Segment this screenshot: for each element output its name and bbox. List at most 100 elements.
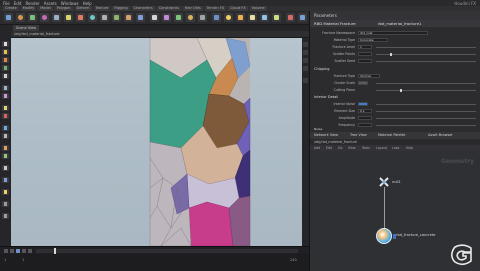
end-frame[interactable]: 240 <box>290 258 297 262</box>
section-heading[interactable]: Chipping <box>314 67 330 71</box>
display-options-icon[interactable] <box>2 213 9 219</box>
file-tool-icon[interactable] <box>198 13 207 22</box>
pose-tool-icon[interactable] <box>2 93 9 99</box>
slider-knob[interactable] <box>390 53 392 56</box>
grid-toggle-icon[interactable] <box>2 201 9 207</box>
curve-tool-icon[interactable] <box>100 13 109 22</box>
menu-windows[interactable]: Windows <box>61 1 79 6</box>
step-back-icon[interactable] <box>10 249 14 253</box>
param-slider[interactable] <box>376 47 476 48</box>
select-tool-icon[interactable] <box>2 41 9 47</box>
param-field[interactable] <box>358 116 372 120</box>
fracture-tool-icon[interactable] <box>298 13 307 22</box>
menu-file[interactable]: File <box>3 1 10 6</box>
display-mode-icon[interactable] <box>303 42 308 47</box>
tab-network-view[interactable]: Network View <box>314 133 338 137</box>
circle-tool-icon[interactable] <box>88 13 97 22</box>
font-tool-icon[interactable] <box>150 13 159 22</box>
param-field[interactable] <box>358 123 372 127</box>
menu-help[interactable]: Help <box>83 1 92 6</box>
path-tool-icon[interactable] <box>124 13 133 22</box>
param-slider[interactable] <box>376 83 476 84</box>
env-light-tool-icon[interactable] <box>272 13 281 22</box>
slider-knob[interactable] <box>400 89 402 92</box>
shading-toggle-icon[interactable] <box>303 58 308 63</box>
fracture-node-icon[interactable] <box>376 228 396 244</box>
spray-paint-tool-icon[interactable] <box>136 13 145 22</box>
network-menu-view[interactable]: View <box>348 146 356 150</box>
flipbook-icon[interactable] <box>2 133 9 139</box>
metaball-tool-icon[interactable] <box>186 13 195 22</box>
jump-start-icon[interactable] <box>4 249 8 253</box>
tab-parameters[interactable]: Parameters <box>314 13 337 18</box>
network-menu-tools[interactable]: Tools <box>362 146 370 150</box>
param-slider[interactable] <box>376 111 476 112</box>
grid-tool-icon[interactable] <box>52 13 61 22</box>
rotate-tool-icon[interactable] <box>2 57 9 63</box>
play-icon[interactable] <box>16 249 20 253</box>
network-menu-layout[interactable]: Layout <box>376 146 387 150</box>
measure-tool-icon[interactable] <box>2 165 9 171</box>
brush-tool-icon[interactable] <box>2 153 9 159</box>
torus-tool-icon[interactable] <box>40 13 49 22</box>
menu-render[interactable]: Render <box>25 1 39 6</box>
network-menu-labs[interactable]: Labs <box>392 146 399 150</box>
null-tool-icon[interactable] <box>64 13 73 22</box>
lighting-toggle-icon[interactable] <box>303 66 308 71</box>
jump-end-icon[interactable] <box>28 249 32 253</box>
param-slider[interactable] <box>376 118 476 119</box>
section-heading[interactable]: Interior Detail <box>314 95 338 99</box>
wireframe-toggle-icon[interactable] <box>303 50 308 55</box>
draw-curve-tool-icon[interactable] <box>112 13 121 22</box>
scene-viewport[interactable] <box>11 38 302 246</box>
checkbox[interactable] <box>358 102 368 106</box>
tube-tool-icon[interactable] <box>28 13 37 22</box>
camera-view-icon[interactable] <box>2 177 9 183</box>
snap-tool-icon[interactable] <box>2 105 9 111</box>
camera-tool-icon[interactable] <box>212 13 221 22</box>
l-system-tool-icon[interactable] <box>174 13 183 22</box>
current-frame[interactable]: 1 <box>22 258 24 262</box>
platonic-tool-icon[interactable] <box>162 13 171 22</box>
view-tool-icon[interactable] <box>2 85 9 91</box>
section-heading[interactable]: Noise <box>314 127 322 131</box>
spot-light-tool-icon[interactable] <box>236 13 245 22</box>
network-path[interactable]: /obj/rbd_material_fracture <box>314 140 357 144</box>
sky-light-tool-icon[interactable] <box>260 13 269 22</box>
tab-asset-browser[interactable]: Asset Browser <box>428 133 453 137</box>
viewport-path[interactable]: /obj/rbd_material_fracture <box>14 32 60 36</box>
node-name-field[interactable]: rbd_material_fracture1 <box>378 21 421 26</box>
network-menu-go[interactable]: Go <box>338 146 342 150</box>
sphere-tool-icon[interactable] <box>16 13 25 22</box>
menu-edit[interactable]: Edit <box>14 1 22 6</box>
param-field[interactable] <box>358 59 372 63</box>
tab-material-palette[interactable]: Material Palette <box>378 133 405 137</box>
param-field[interactable] <box>358 52 372 56</box>
light-view-icon[interactable] <box>2 189 9 195</box>
rbd-tool-icon[interactable] <box>286 13 295 22</box>
magnet-tool-icon[interactable] <box>2 113 9 119</box>
null-node-icon[interactable] <box>379 177 389 187</box>
start-frame[interactable]: 1 <box>4 258 6 262</box>
param-slider[interactable] <box>376 61 476 62</box>
network-menu-add[interactable]: Add <box>314 146 320 150</box>
line-tool-icon[interactable] <box>76 13 85 22</box>
step-forward-icon[interactable] <box>22 249 26 253</box>
area-light-tool-icon[interactable] <box>248 13 257 22</box>
paint-tool-icon[interactable] <box>2 145 9 151</box>
param-slider[interactable] <box>376 125 476 126</box>
checkbox[interactable] <box>358 81 368 85</box>
network-menu-edit[interactable]: Edit <box>326 146 332 150</box>
move-tool-icon[interactable] <box>2 49 9 55</box>
param-slider[interactable] <box>376 90 476 91</box>
handle-tool-icon[interactable] <box>2 73 9 79</box>
camera-menu-icon[interactable] <box>303 78 308 83</box>
box-tool-icon[interactable] <box>4 13 13 22</box>
scale-tool-icon[interactable] <box>2 65 9 71</box>
param-slider[interactable] <box>376 104 476 105</box>
menu-assets[interactable]: Assets <box>44 1 57 6</box>
point-light-tool-icon[interactable] <box>224 13 233 22</box>
render-region-icon[interactable] <box>2 125 9 131</box>
tab-tree-view[interactable]: Tree View <box>350 133 367 137</box>
timeline-ruler[interactable] <box>36 249 298 253</box>
